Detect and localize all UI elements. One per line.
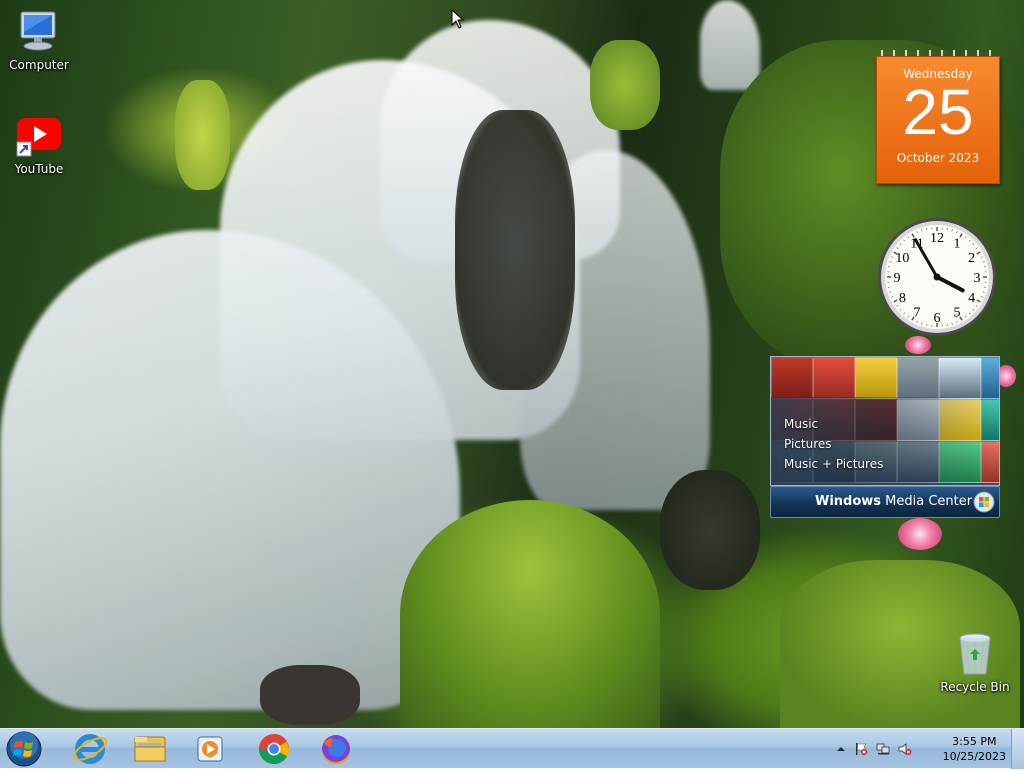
firefox-icon	[310, 731, 362, 767]
taskbar-media-player[interactable]	[184, 731, 236, 767]
computer-icon	[15, 8, 63, 56]
media-menu-pictures[interactable]: Pictures	[784, 434, 883, 454]
media-menu: Music Pictures Music + Pictures	[784, 414, 883, 474]
desktop-icon-label: YouTube	[15, 162, 64, 176]
system-tray: 3:55 PM 10/25/2023	[834, 729, 1024, 769]
taskbar-firefox[interactable]	[310, 731, 362, 767]
taskbar-clock[interactable]: 3:55 PM 10/25/2023	[943, 734, 1006, 764]
media-menu-music-pictures[interactable]: Music + Pictures	[784, 454, 883, 474]
clock-face: 121234567891011	[876, 216, 998, 338]
taskbar: 3:55 PM 10/25/2023	[0, 728, 1024, 768]
show-hidden-icons-arrow[interactable]	[834, 742, 848, 756]
media-center-brand: Windows Media Center	[815, 494, 972, 509]
start-button[interactable]	[4, 730, 44, 768]
media-center-launch-bar[interactable]: Windows Media Center	[770, 486, 1000, 518]
clock-numeral: 7	[914, 306, 921, 321]
clock-numeral: 8	[899, 291, 906, 306]
media-player-icon	[184, 731, 236, 767]
clock-numeral: 10	[895, 251, 909, 266]
recycle-bin-icon	[951, 630, 999, 678]
clock-numeral: 4	[968, 291, 975, 306]
desktop-icon-label: Computer	[9, 58, 69, 72]
flower	[898, 518, 942, 550]
clock-numeral: 1	[954, 236, 961, 251]
windows-orb-icon	[973, 491, 995, 513]
desktop-icon-youtube[interactable]: YouTube	[0, 112, 78, 176]
calendar-gadget[interactable]: Wednesday 25 October 2023	[875, 50, 999, 183]
media-menu-music[interactable]: Music	[784, 414, 883, 434]
clock-numeral: 3	[974, 271, 981, 286]
desktop-icon-label: Recycle Bin	[940, 680, 1009, 694]
internet-explorer-icon	[64, 731, 116, 767]
flower	[905, 336, 931, 354]
clock-numeral: 9	[894, 271, 901, 286]
action-center-flag-icon[interactable]	[854, 742, 868, 756]
calendar-month-year: October 2023	[877, 151, 999, 165]
clock-gadget[interactable]: 121234567891011	[876, 216, 998, 338]
clock-numeral: 2	[968, 251, 975, 266]
volume-muted-icon[interactable]	[898, 742, 912, 756]
windows-start-orb-icon	[4, 730, 44, 768]
desktop-icon-computer[interactable]: Computer	[0, 8, 78, 72]
chrome-icon	[248, 731, 300, 767]
taskbar-time: 3:55 PM	[943, 734, 1006, 749]
taskbar-chrome[interactable]	[248, 731, 300, 767]
clock-numeral: 12	[930, 231, 944, 246]
media-center-gadget[interactable]: Music Pictures Music + Pictures Windows …	[770, 356, 1000, 518]
taskbar-date: 10/25/2023	[943, 749, 1006, 764]
clock-numeral: 5	[954, 306, 961, 321]
youtube-shortcut-icon	[15, 112, 63, 160]
mouse-cursor-icon	[451, 9, 465, 29]
desktop-icon-recycle-bin[interactable]: Recycle Bin	[936, 630, 1014, 694]
show-desktop-button[interactable]	[1011, 729, 1024, 769]
taskbar-internet-explorer[interactable]	[64, 731, 116, 767]
clock-numeral: 6	[934, 311, 941, 326]
calendar-page: Wednesday 25 October 2023	[876, 56, 1000, 184]
taskbar-file-explorer[interactable]	[124, 731, 176, 767]
calendar-day: 25	[877, 81, 999, 143]
file-explorer-icon	[124, 731, 176, 767]
network-icon[interactable]	[876, 742, 890, 756]
